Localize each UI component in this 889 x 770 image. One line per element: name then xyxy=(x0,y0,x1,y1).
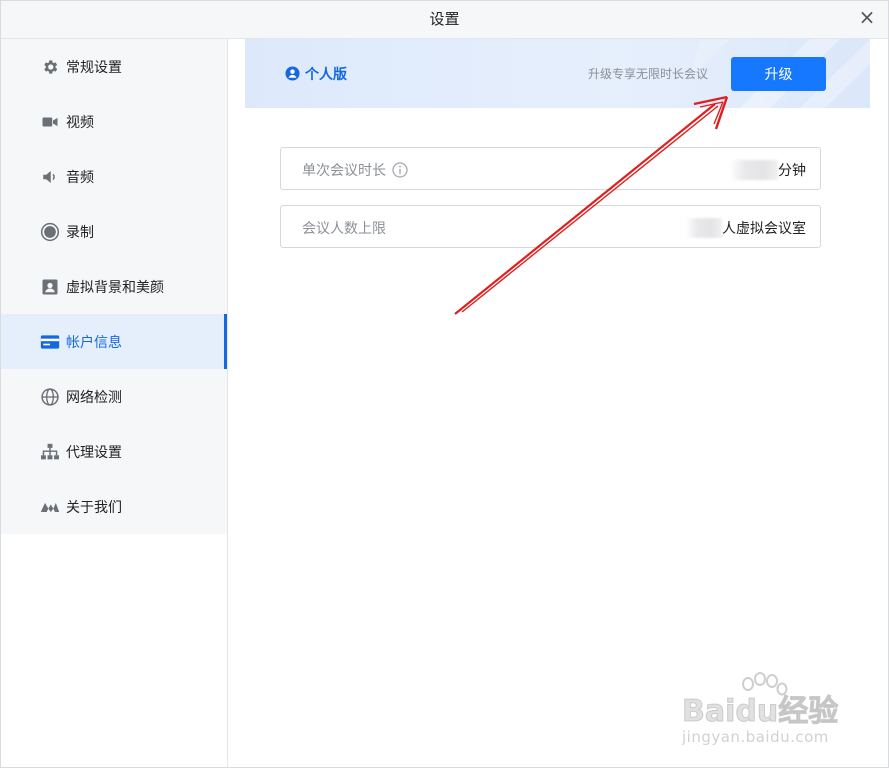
gear-icon xyxy=(40,57,60,77)
card-icon xyxy=(40,332,60,352)
sidebar-item-proxy-settings[interactable]: 代理设置 xyxy=(1,424,227,479)
redacted-value xyxy=(686,218,722,238)
participant-limit-label: 会议人数上限 xyxy=(302,218,386,238)
window-title: 设置 xyxy=(429,10,460,28)
video-camera-icon xyxy=(40,112,60,132)
baidu-watermark: Baidu经验 jingyan.baidu.com xyxy=(678,672,848,752)
sidebar-item-recording[interactable]: 录制 xyxy=(1,204,227,259)
sidebar-item-label: 视频 xyxy=(66,114,94,131)
close-icon[interactable]: × xyxy=(856,6,878,28)
sidebar-item-label: 音频 xyxy=(66,169,94,186)
sidebar-item-label: 网络检测 xyxy=(66,389,122,406)
sidebar-item-network-check[interactable]: 网络检测 xyxy=(1,369,227,424)
title-bar: 设置 × xyxy=(1,1,888,39)
app-logo-icon xyxy=(40,497,60,517)
sidebar: 常规设置 视频 音频 录制 虚拟背景和美颜 帐户信息 网络检测 代理设置 关于我… xyxy=(1,39,227,534)
sidebar-item-general[interactable]: 常规设置 xyxy=(1,39,227,94)
sidebar-divider xyxy=(227,39,228,767)
sidebar-item-about-us[interactable]: 关于我们 xyxy=(1,479,227,534)
edition-label: 个人版 xyxy=(285,64,347,84)
baidu-jingyan-logo: Baidu经验 xyxy=(681,694,839,730)
sidebar-item-label: 关于我们 xyxy=(66,499,122,516)
meeting-duration-label: 单次会议时长 xyxy=(302,160,408,180)
meeting-duration-label-text: 单次会议时长 xyxy=(302,163,386,179)
portrait-icon xyxy=(40,277,60,297)
sidebar-item-label: 代理设置 xyxy=(66,444,122,461)
user-icon xyxy=(285,66,301,82)
sidebar-item-virtual-background[interactable]: 虚拟背景和美颜 xyxy=(1,259,227,314)
sidebar-item-account-info[interactable]: 帐户信息 xyxy=(1,314,227,369)
sidebar-item-label: 常规设置 xyxy=(66,59,122,76)
participant-limit-label-text: 会议人数上限 xyxy=(302,221,386,237)
globe-icon xyxy=(40,387,60,407)
watermark-url: jingyan.baidu.com xyxy=(682,728,829,746)
redacted-value xyxy=(730,160,778,180)
info-icon[interactable] xyxy=(392,162,408,178)
participant-limit-row: 会议人数上限 人虚拟会议室 xyxy=(280,205,821,248)
edition-text: 个人版 xyxy=(305,67,347,83)
participant-limit-value: 人虚拟会议室 xyxy=(686,218,806,238)
upgrade-tip: 升级专享无限时长会议 xyxy=(588,67,709,81)
sidebar-item-label: 录制 xyxy=(66,224,94,241)
meeting-duration-unit: 分钟 xyxy=(778,163,806,179)
edition-banner: 个人版 升级专享无限时长会议 升级 xyxy=(245,39,870,108)
meeting-duration-row: 单次会议时长 分钟 xyxy=(280,147,821,190)
participant-limit-unit: 人虚拟会议室 xyxy=(722,221,806,237)
meeting-duration-value: 分钟 xyxy=(730,160,806,180)
sidebar-item-label: 虚拟背景和美颜 xyxy=(66,279,164,296)
speaker-icon xyxy=(40,167,60,187)
record-icon xyxy=(40,222,60,242)
network-tree-icon xyxy=(40,442,60,462)
sidebar-item-video[interactable]: 视频 xyxy=(1,94,227,149)
upgrade-button[interactable]: 升级 xyxy=(731,57,826,91)
sidebar-item-audio[interactable]: 音频 xyxy=(1,149,227,204)
sidebar-item-label: 帐户信息 xyxy=(66,334,122,351)
settings-window: 设置 × 常规设置 视频 音频 录制 虚拟背景和美颜 帐户信息 网络检测 代理设… xyxy=(0,0,889,768)
